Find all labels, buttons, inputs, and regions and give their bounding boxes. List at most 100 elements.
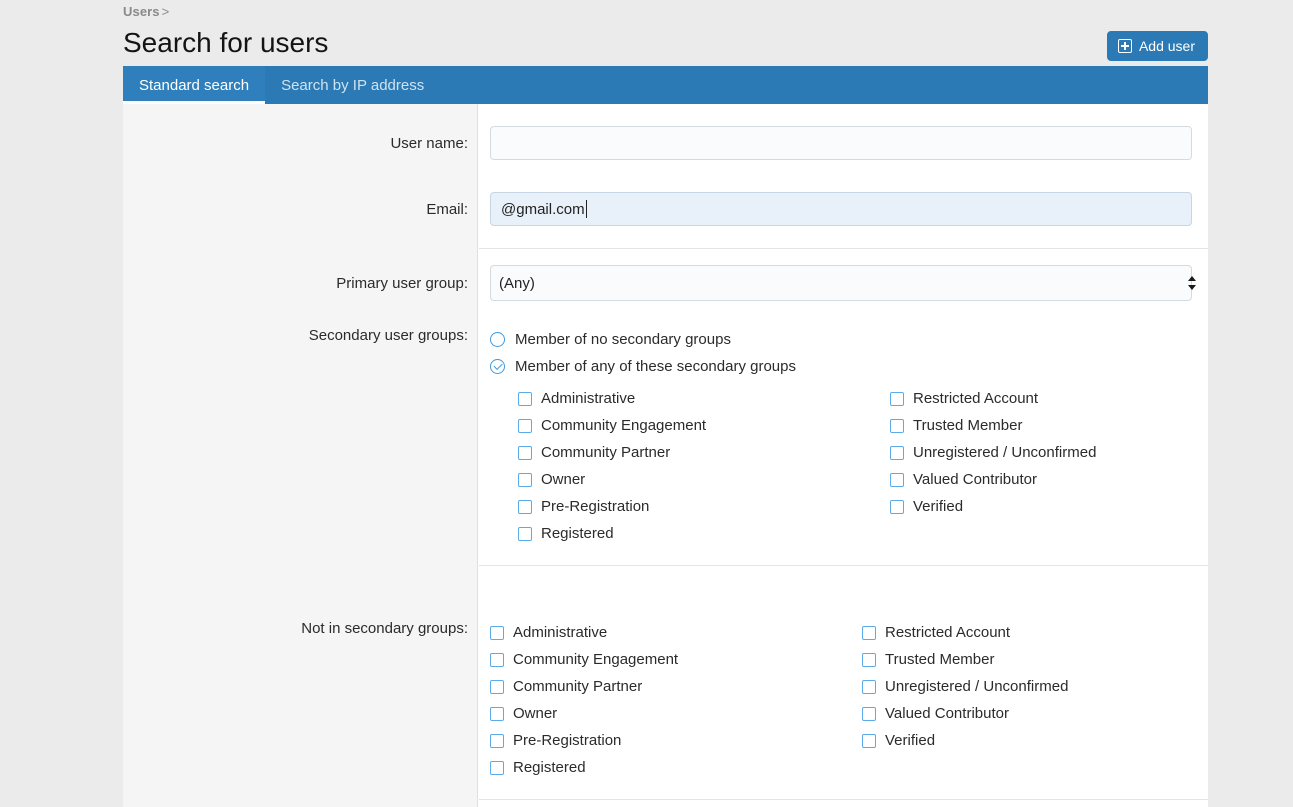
breadcrumb-item-users[interactable]: Users [123, 4, 160, 19]
checkbox-label: Restricted Account [885, 624, 1011, 641]
checkbox-row[interactable]: Unregistered / Unconfirmed [862, 673, 1192, 700]
radio-label-no-secondary-groups: Member of no secondary groups [515, 331, 731, 348]
row-separator [479, 799, 1208, 800]
username-input[interactable] [490, 126, 1192, 160]
radio-label-any-secondary-groups: Member of any of these secondary groups [515, 358, 796, 375]
checkbox-icon[interactable] [862, 733, 876, 748]
page-title-row: Search for users Add user [123, 20, 1208, 66]
text-cursor [585, 200, 587, 218]
checkbox-label: Valued Contributor [885, 705, 1009, 722]
checkbox-icon[interactable] [862, 706, 876, 721]
checkbox-label: Trusted Member [913, 417, 1023, 434]
checkbox-icon[interactable] [518, 391, 532, 406]
form-row-not-in-secondary-groups: Not in secondary groups: Administrative … [123, 565, 1208, 799]
checkbox-row[interactable]: Trusted Member [890, 412, 1192, 439]
checkbox-icon[interactable] [490, 706, 504, 721]
checkbox-icon[interactable] [890, 391, 904, 406]
page-root: Users > Search for users Add user Standar… [0, 0, 1293, 807]
form-row-username: User name: [123, 104, 1208, 160]
page-content: Users > Search for users Add user Standar… [123, 0, 1208, 807]
checkbox-label: Verified [885, 732, 936, 749]
radio-icon-unchecked [490, 332, 505, 347]
checkbox-row[interactable]: Community Partner [490, 673, 862, 700]
breadcrumb: Users > [123, 0, 1208, 20]
search-form-panel: User name: Email: Primary user group: [123, 104, 1208, 807]
tab-standard-search-label: Standard search [139, 76, 250, 94]
checkbox-label: Restricted Account [913, 390, 1039, 407]
checkbox-icon[interactable] [490, 625, 504, 640]
primary-user-group-label: Primary user group: [336, 275, 468, 292]
checkbox-row[interactable]: Community Engagement [490, 646, 862, 673]
checkbox-row[interactable]: Owner [490, 700, 862, 727]
checkbox-icon[interactable] [862, 679, 876, 694]
primary-user-group-select[interactable]: (Any) [490, 265, 1192, 301]
checkbox-label: Registered [513, 759, 586, 776]
checkbox-label: Administrative [541, 390, 636, 407]
checkbox-row[interactable]: Unregistered / Unconfirmed [890, 439, 1192, 466]
checkbox-row[interactable]: Pre-Registration [518, 493, 890, 520]
checkbox-icon[interactable] [518, 418, 532, 433]
checkbox-label: Pre-Registration [541, 498, 650, 515]
checkbox-icon[interactable] [490, 733, 504, 748]
checkbox-label: Registered [541, 525, 614, 542]
checkbox-row[interactable]: Administrative [490, 619, 862, 646]
row-separator [479, 565, 1208, 566]
checkbox-icon[interactable] [890, 499, 904, 514]
checkbox-label: Administrative [513, 624, 608, 641]
checkbox-label: Community Engagement [541, 417, 707, 434]
checkbox-row[interactable]: Valued Contributor [890, 466, 1192, 493]
page-title: Search for users [123, 27, 329, 58]
checkbox-row[interactable]: Administrative [518, 385, 890, 412]
checkbox-icon[interactable] [890, 418, 904, 433]
checkbox-icon[interactable] [862, 625, 876, 640]
row-separator [479, 248, 1208, 249]
checkbox-icon[interactable] [890, 445, 904, 460]
tab-search-by-ip-address-label: Search by IP address [281, 76, 425, 94]
checkbox-row[interactable]: Pre-Registration [490, 727, 862, 754]
checkbox-label: Trusted Member [885, 651, 995, 668]
secondary-user-groups-label: Secondary user groups: [308, 327, 468, 344]
checkbox-row[interactable]: Community Partner [518, 439, 890, 466]
not-in-secondary-groups-checkbox-grid: Administrative Community Engagement Comm… [490, 619, 1192, 781]
checkbox-icon[interactable] [490, 760, 504, 775]
checkbox-icon[interactable] [518, 499, 532, 514]
tab-bar: Standard search Search by IP address [123, 66, 1208, 104]
email-input[interactable] [490, 192, 1192, 226]
add-user-button-label: Add user [1138, 38, 1195, 54]
tab-standard-search[interactable]: Standard search [123, 66, 266, 104]
checkbox-row[interactable]: Registered [490, 754, 862, 781]
checkbox-row[interactable]: Trusted Member [862, 646, 1192, 673]
checkbox-row[interactable]: Owner [518, 466, 890, 493]
checkbox-label: Unregistered / Unconfirmed [913, 444, 1097, 461]
checkbox-icon[interactable] [890, 472, 904, 487]
checkbox-icon[interactable] [518, 526, 532, 541]
checkbox-label: Owner [541, 471, 586, 488]
username-label: User name: [390, 135, 468, 152]
checkbox-label: Community Partner [513, 678, 643, 695]
radio-member-of-no-secondary-groups[interactable]: Member of no secondary groups [490, 326, 1192, 353]
checkbox-row[interactable]: Verified [890, 493, 1192, 520]
secondary-groups-checkbox-grid: Administrative Community Engagement Comm… [490, 385, 1192, 547]
checkbox-label: Unregistered / Unconfirmed [885, 678, 1069, 695]
form-row-registered-between: Registered between: - [123, 799, 1208, 807]
checkbox-icon[interactable] [518, 472, 532, 487]
checkbox-label: Community Engagement [513, 651, 679, 668]
checkbox-row[interactable]: Restricted Account [862, 619, 1192, 646]
checkbox-icon[interactable] [490, 652, 504, 667]
add-user-button[interactable]: Add user [1106, 31, 1208, 61]
checkbox-label: Verified [913, 498, 964, 515]
checkbox-row[interactable]: Restricted Account [890, 385, 1192, 412]
checkbox-icon[interactable] [490, 679, 504, 694]
not-in-secondary-groups-label: Not in secondary groups: [301, 620, 468, 637]
checkbox-label: Owner [513, 705, 558, 722]
radio-member-of-any-secondary-groups[interactable]: Member of any of these secondary groups [490, 353, 1192, 380]
checkbox-row[interactable]: Valued Contributor [862, 700, 1192, 727]
checkbox-icon[interactable] [518, 445, 532, 460]
checkbox-icon[interactable] [862, 652, 876, 667]
checkbox-row[interactable]: Community Engagement [518, 412, 890, 439]
checkbox-row[interactable]: Verified [862, 727, 1192, 754]
checkbox-row[interactable]: Registered [518, 520, 890, 547]
tab-search-by-ip-address[interactable]: Search by IP address [265, 66, 440, 104]
checkbox-label: Valued Contributor [913, 471, 1037, 488]
form-row-primary-user-group: Primary user group: (Any) [123, 248, 1208, 301]
